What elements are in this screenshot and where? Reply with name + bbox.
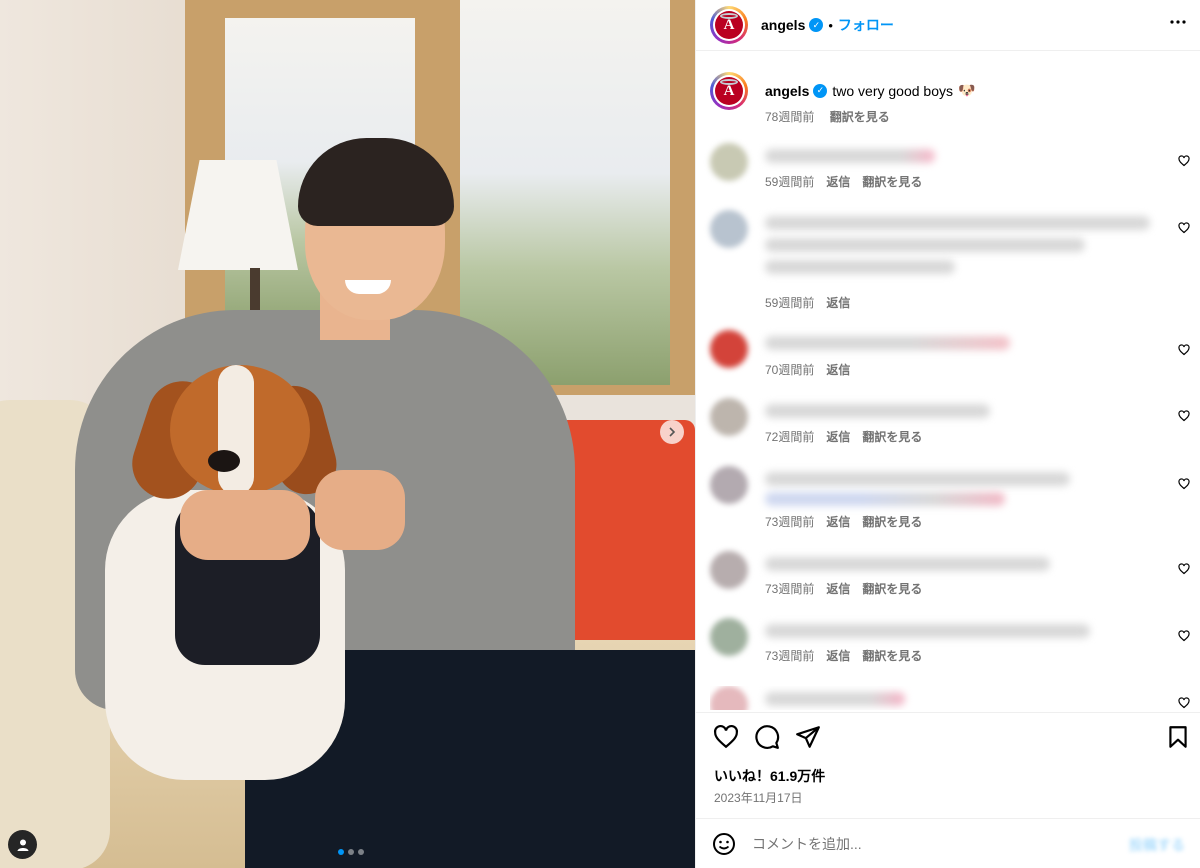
avatar[interactable]: A bbox=[710, 72, 748, 110]
username[interactable]: angels bbox=[761, 17, 805, 33]
heart-icon[interactable] bbox=[1178, 222, 1190, 234]
comment-text bbox=[765, 624, 1090, 638]
bookmark-icon[interactable] bbox=[1165, 724, 1191, 750]
carousel-dot bbox=[338, 849, 344, 855]
translate-button[interactable]: 翻訳を見る bbox=[862, 515, 922, 529]
comment-icon[interactable] bbox=[754, 724, 780, 750]
caption-time[interactable]: 78週間前 bbox=[765, 110, 814, 124]
post-header: A angels ✓ • フォロー bbox=[696, 0, 1200, 50]
post-detail-panel: A angels ✓ • フォロー A angels ✓ two very go… bbox=[695, 0, 1200, 868]
translate-button[interactable]: 翻訳を見る bbox=[862, 175, 922, 189]
comment-input[interactable]: コメントを追加... bbox=[752, 834, 862, 854]
heart-icon[interactable] bbox=[713, 724, 739, 750]
post-actions bbox=[696, 722, 1200, 756]
follow-button[interactable]: フォロー bbox=[838, 15, 894, 35]
comment-time[interactable]: 73週間前 bbox=[765, 649, 814, 663]
reply-button[interactable]: 返信 bbox=[826, 515, 850, 529]
add-comment-bar: コメントを追加... 投稿する bbox=[696, 818, 1200, 868]
verified-icon: ✓ bbox=[813, 83, 828, 98]
dog-emoji: 🐶 bbox=[957, 82, 976, 98]
heart-icon[interactable] bbox=[1178, 155, 1190, 167]
heart-icon[interactable] bbox=[1178, 630, 1190, 642]
angels-logo: A bbox=[715, 77, 743, 105]
translate-button[interactable]: 翻訳を見る bbox=[862, 430, 922, 444]
translate-button[interactable]: 翻訳を見る bbox=[862, 582, 922, 596]
more-options-icon bbox=[1170, 20, 1186, 24]
comment-time[interactable]: 59週間前 bbox=[765, 296, 814, 310]
comment-text bbox=[765, 216, 1150, 230]
comment-text bbox=[765, 404, 990, 418]
reply-button[interactable]: 返信 bbox=[826, 296, 850, 310]
comment-time[interactable]: 72週間前 bbox=[765, 430, 814, 444]
comment-time[interactable]: 73週間前 bbox=[765, 515, 814, 529]
user-tags-button[interactable] bbox=[8, 830, 37, 859]
comment-text bbox=[765, 692, 905, 706]
comment-avatar[interactable] bbox=[710, 143, 748, 181]
post-date: 2023年11月17日 bbox=[714, 791, 803, 805]
caption-text: two very good boys bbox=[832, 82, 953, 99]
divider bbox=[696, 50, 1200, 51]
heart-icon[interactable] bbox=[1178, 410, 1190, 422]
reply-button[interactable]: 返信 bbox=[826, 649, 850, 663]
comment-avatar[interactable] bbox=[710, 466, 748, 504]
reply-button[interactable]: 返信 bbox=[826, 430, 850, 444]
carousel-dot bbox=[348, 849, 354, 855]
verified-icon: ✓ bbox=[809, 18, 824, 32]
chevron-right-icon bbox=[669, 427, 676, 437]
post-caption: A angels ✓ two very good boys 🐶 78週間前 翻訳… bbox=[710, 72, 975, 125]
post-photo[interactable] bbox=[0, 0, 695, 868]
photo-scene bbox=[0, 0, 695, 868]
reply-button[interactable]: 返信 bbox=[826, 582, 850, 596]
like-count[interactable]: いいね！61.9万件 bbox=[714, 766, 825, 786]
heart-icon[interactable] bbox=[1178, 344, 1190, 356]
comment-time[interactable]: 70週間前 bbox=[765, 363, 814, 377]
comment-avatar[interactable] bbox=[710, 618, 748, 656]
reply-button[interactable]: 返信 bbox=[826, 363, 850, 377]
avatar[interactable]: A bbox=[710, 6, 748, 44]
translate-button[interactable]: 翻訳を見る bbox=[830, 110, 890, 124]
comment-avatar[interactable] bbox=[710, 686, 748, 710]
more-options-button[interactable] bbox=[1169, 13, 1187, 36]
next-photo-button[interactable] bbox=[660, 420, 684, 444]
user-tag-icon bbox=[17, 839, 28, 851]
emoji-icon[interactable] bbox=[712, 832, 736, 856]
heart-icon[interactable] bbox=[1178, 478, 1190, 490]
carousel-dot bbox=[358, 849, 364, 855]
reply-button[interactable]: 返信 bbox=[826, 175, 850, 189]
comment-text bbox=[765, 149, 935, 163]
comment-avatar[interactable] bbox=[710, 330, 748, 368]
comment-time[interactable]: 59週間前 bbox=[765, 175, 814, 189]
comment-text bbox=[765, 336, 1010, 350]
comment-text bbox=[765, 472, 1070, 486]
comment-text bbox=[765, 557, 1050, 571]
comment-time[interactable]: 73週間前 bbox=[765, 582, 814, 596]
divider bbox=[696, 712, 1200, 713]
translate-button[interactable]: 翻訳を見る bbox=[862, 649, 922, 663]
post-comment-button[interactable]: 投稿する bbox=[1129, 835, 1185, 855]
send-icon[interactable] bbox=[795, 724, 821, 750]
heart-icon[interactable] bbox=[1178, 563, 1190, 575]
comment-item bbox=[710, 686, 1190, 710]
comment-avatar[interactable] bbox=[710, 551, 748, 589]
angels-logo: A bbox=[715, 11, 743, 39]
heart-icon[interactable] bbox=[1178, 697, 1190, 709]
carousel-dots bbox=[338, 849, 364, 855]
caption-username[interactable]: angels bbox=[765, 83, 809, 99]
comment-avatar[interactable] bbox=[710, 398, 748, 436]
comment-avatar[interactable] bbox=[710, 210, 748, 248]
